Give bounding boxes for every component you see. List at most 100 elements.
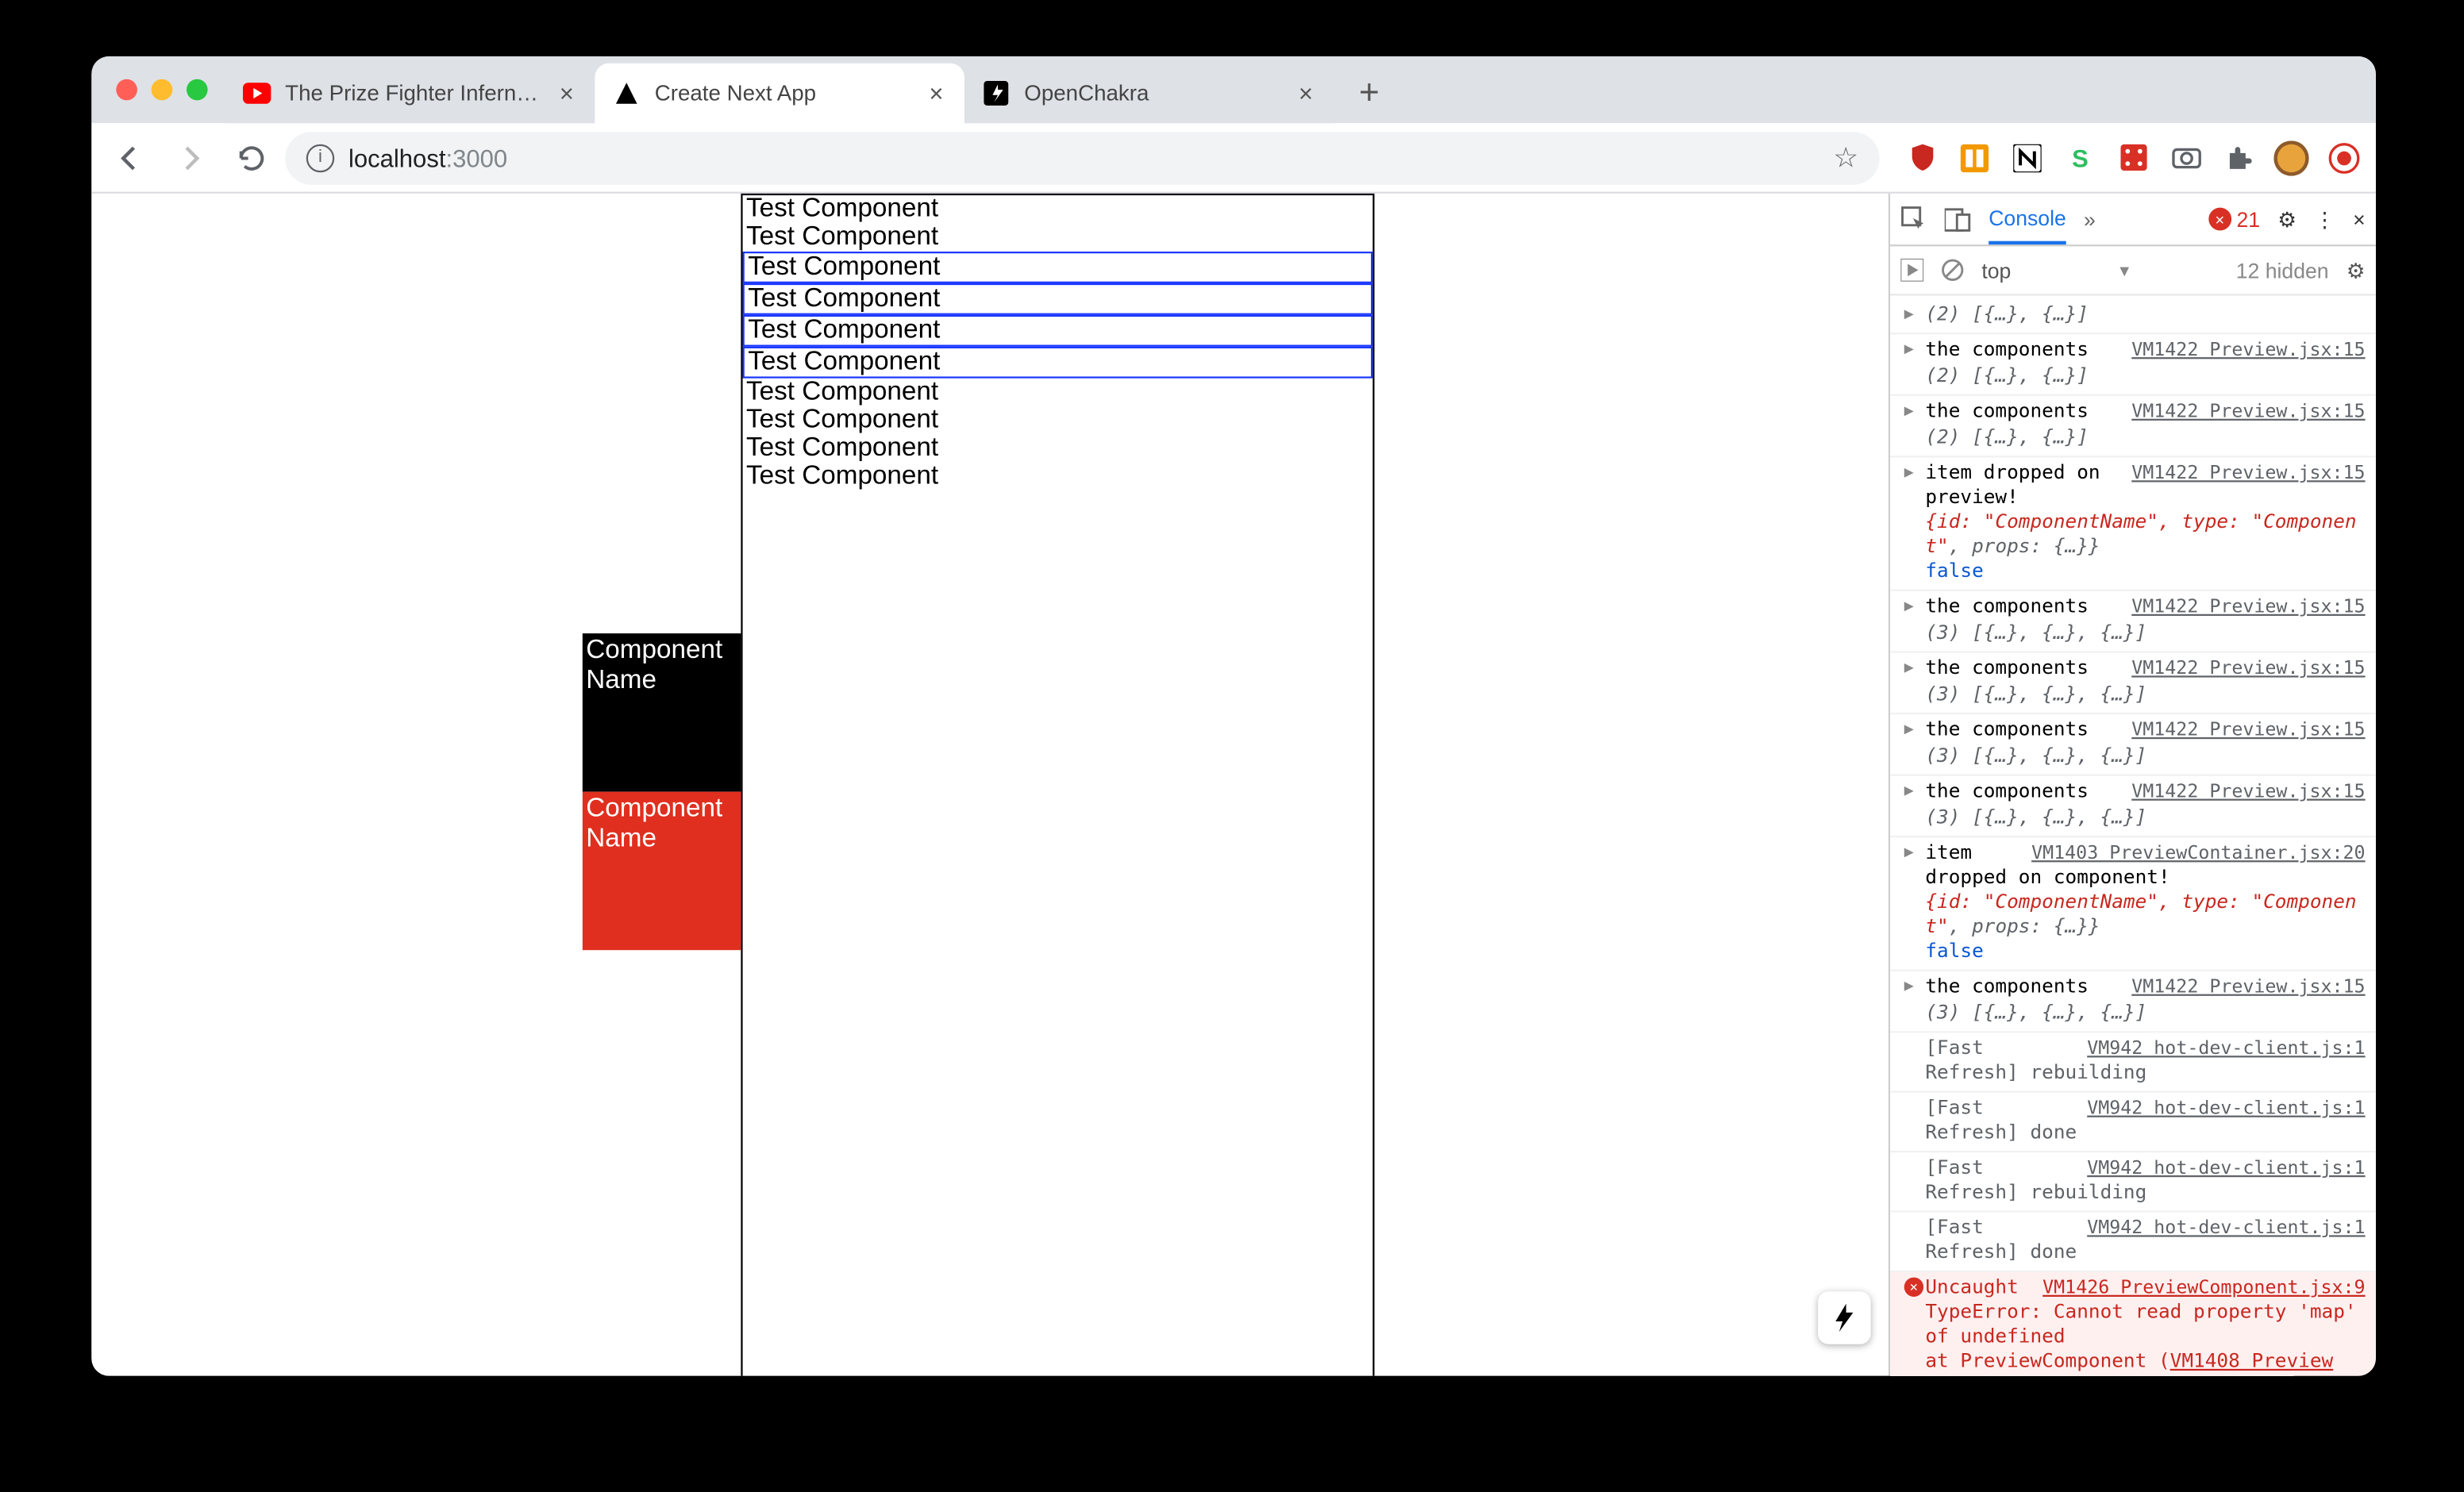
console-message[interactable]: VM1403 PreviewContainer.jsx:20itemdroppe… xyxy=(1890,837,2376,971)
kebab-icon[interactable]: ⋮ xyxy=(2314,206,2335,231)
canvas-row[interactable]: Test Component xyxy=(743,406,1373,434)
record-icon[interactable] xyxy=(2327,140,2362,175)
star-icon[interactable]: ☆ xyxy=(1833,140,1858,175)
palette-item[interactable]: Component Name xyxy=(583,792,741,951)
nextjs-indicator[interactable] xyxy=(1818,1291,1871,1344)
tab-nextapp[interactable]: Create Next App × xyxy=(595,63,964,123)
canvas-row[interactable]: Test Component xyxy=(743,463,1373,490)
canvas-row[interactable]: Test Component xyxy=(743,379,1373,406)
source-link[interactable]: VM942 hot-dev-client.js:1 xyxy=(2087,1216,2365,1240)
drop-canvas[interactable]: Test ComponentTest ComponentTest Compone… xyxy=(741,194,1374,1376)
url-text: localhost:3000 xyxy=(348,144,507,171)
devtools-panel: Console » ×21 ⚙ ⋮ × top▼ 12 hidden ⚙ ▶(2… xyxy=(1888,194,2376,1376)
flash-icon xyxy=(982,79,1010,107)
console-message[interactable]: VM942 hot-dev-client.js:1[Fast Refresh] … xyxy=(1890,1093,2376,1152)
triangle-icon xyxy=(613,79,641,107)
console-message[interactable]: VM1422 Preview.jsx:15the components▶(3) … xyxy=(1890,776,2376,838)
canvas-row[interactable]: Test Component xyxy=(743,252,1373,283)
close-devtools-button[interactable]: × xyxy=(2353,206,2366,231)
console-message[interactable]: ▶(2) [{…}, {…}] xyxy=(1890,299,2376,334)
avatar-icon[interactable] xyxy=(2273,140,2308,175)
console-message[interactable]: ×VM1426 PreviewComponent.jsx:9Uncaught T… xyxy=(1890,1272,2376,1376)
forward-button[interactable] xyxy=(165,133,214,182)
fullscreen-window-button[interactable] xyxy=(187,79,208,101)
more-tabs-chevron[interactable]: » xyxy=(2084,206,2096,231)
source-link[interactable]: VM1422 Preview.jsx:15 xyxy=(2131,718,2365,743)
console-message[interactable]: VM942 hot-dev-client.js:1[Fast Refresh] … xyxy=(1890,1032,2376,1092)
error-badge[interactable]: ×21 xyxy=(2208,206,2260,231)
source-link[interactable]: VM942 hot-dev-client.js:1 xyxy=(2087,1156,2365,1181)
extensions: S xyxy=(1890,140,2362,175)
reload-button[interactable] xyxy=(225,133,275,182)
canvas-row[interactable]: Test Component xyxy=(743,347,1373,379)
close-icon[interactable]: × xyxy=(552,79,580,107)
notion-icon[interactable] xyxy=(2010,140,2045,175)
tab-title: Create Next App xyxy=(655,81,908,106)
evernote-icon[interactable]: S xyxy=(2062,140,2097,175)
console-message[interactable]: VM1422 Preview.jsx:15the components▶(2) … xyxy=(1890,396,2376,458)
clear-console-icon[interactable] xyxy=(1941,259,1964,282)
browser-window: The Prize Fighter Inferno - Sta × Create… xyxy=(91,56,2376,1376)
tab-openchakra[interactable]: OpenChakra × xyxy=(964,63,1334,123)
tab-strip: The Prize Fighter Inferno - Sta × Create… xyxy=(91,56,2376,123)
console-message[interactable]: VM1422 Preview.jsx:15the components▶(2) … xyxy=(1890,334,2376,396)
console-message[interactable]: VM1422 Preview.jsx:15the components▶(3) … xyxy=(1890,971,2376,1033)
source-link[interactable]: VM1422 Preview.jsx:15 xyxy=(2131,399,2365,424)
source-link[interactable]: VM1422 Preview.jsx:15 xyxy=(2131,656,2365,681)
source-link[interactable]: VM942 hot-dev-client.js:1 xyxy=(2087,1036,2365,1061)
shield-icon[interactable] xyxy=(1904,140,1939,175)
canvas-row[interactable]: Test Component xyxy=(743,315,1373,347)
palette-item[interactable]: Component Name xyxy=(583,633,741,792)
gear-icon[interactable]: ⚙ xyxy=(2277,206,2297,231)
toolbar: i localhost:3000 ☆ S xyxy=(91,123,2376,194)
source-link[interactable]: VM942 hot-dev-client.js:1 xyxy=(2087,1096,2365,1121)
console-output[interactable]: ▶(2) [{…}, {…}]VM1422 Preview.jsx:15the … xyxy=(1890,295,2376,1375)
page-viewport[interactable]: Test ComponentTest ComponentTest Compone… xyxy=(91,194,1888,1376)
source-link[interactable]: VM1403 PreviewContainer.jsx:20 xyxy=(2031,841,2365,866)
console-message[interactable]: VM942 hot-dev-client.js:1[Fast Refresh] … xyxy=(1890,1152,2376,1212)
content-area: Test ComponentTest ComponentTest Compone… xyxy=(91,194,2376,1376)
play-icon[interactable] xyxy=(1900,259,1923,282)
canvas-row[interactable]: Test Component xyxy=(743,195,1373,223)
close-icon[interactable]: × xyxy=(1292,79,1319,107)
new-tab-button[interactable]: + xyxy=(1345,68,1394,117)
canvas-row[interactable]: Test Component xyxy=(743,283,1373,315)
camera-icon[interactable] xyxy=(2168,140,2203,175)
tab-title: OpenChakra xyxy=(1024,81,1277,106)
canvas-row[interactable]: Test Component xyxy=(743,224,1373,252)
window-controls xyxy=(106,56,225,123)
youtube-icon xyxy=(243,79,271,107)
console-message[interactable]: VM1422 Preview.jsx:15the components▶(3) … xyxy=(1890,591,2376,653)
source-link[interactable]: VM1422 Preview.jsx:15 xyxy=(2131,975,2365,999)
address-bar[interactable]: i localhost:3000 ☆ xyxy=(285,131,1880,184)
close-window-button[interactable] xyxy=(116,79,137,101)
tab-title: The Prize Fighter Inferno - Sta xyxy=(285,81,538,106)
grid-ext-icon[interactable] xyxy=(2116,140,2150,175)
devtools-tabbar: Console » ×21 ⚙ ⋮ × xyxy=(1890,194,2376,247)
devtools-ext-icon[interactable] xyxy=(1957,140,1992,175)
source-link[interactable]: VM1422 Preview.jsx:15 xyxy=(2131,779,2365,804)
console-message[interactable]: VM1422 Preview.jsx:15the components▶(3) … xyxy=(1890,714,2376,776)
puzzle-icon[interactable] xyxy=(2221,140,2256,175)
device-icon[interactable] xyxy=(1945,206,1971,231)
context-selector[interactable]: top▼ xyxy=(1981,258,2132,283)
close-icon[interactable]: × xyxy=(922,79,950,107)
console-tab[interactable]: Console xyxy=(1989,194,2066,244)
minimize-window-button[interactable] xyxy=(152,79,173,101)
component-palette: Component NameComponent Name xyxy=(583,633,741,950)
source-link[interactable]: VM1422 Preview.jsx:15 xyxy=(2131,461,2365,486)
source-link[interactable]: VM1422 Preview.jsx:15 xyxy=(2131,338,2365,363)
gear-icon[interactable]: ⚙ xyxy=(2347,258,2366,283)
tab-youtube[interactable]: The Prize Fighter Inferno - Sta × xyxy=(225,63,595,123)
canvas-row[interactable]: Test Component xyxy=(743,435,1373,463)
source-link[interactable]: VM1426 PreviewComponent.jsx:9 xyxy=(2042,1275,2365,1300)
hidden-count[interactable]: 12 hidden xyxy=(2236,258,2329,283)
console-message[interactable]: VM1422 Preview.jsx:15item dropped on pre… xyxy=(1890,457,2376,590)
back-button[interactable] xyxy=(106,133,155,182)
source-link[interactable]: VM1422 Preview.jsx:15 xyxy=(2131,594,2365,619)
inspect-icon[interactable] xyxy=(1900,206,1927,232)
site-info-icon[interactable]: i xyxy=(306,144,334,171)
console-message[interactable]: VM942 hot-dev-client.js:1[Fast Refresh] … xyxy=(1890,1213,2376,1272)
console-message[interactable]: VM1422 Preview.jsx:15the components▶(3) … xyxy=(1890,653,2376,715)
console-toolbar: top▼ 12 hidden ⚙ xyxy=(1890,246,2376,295)
